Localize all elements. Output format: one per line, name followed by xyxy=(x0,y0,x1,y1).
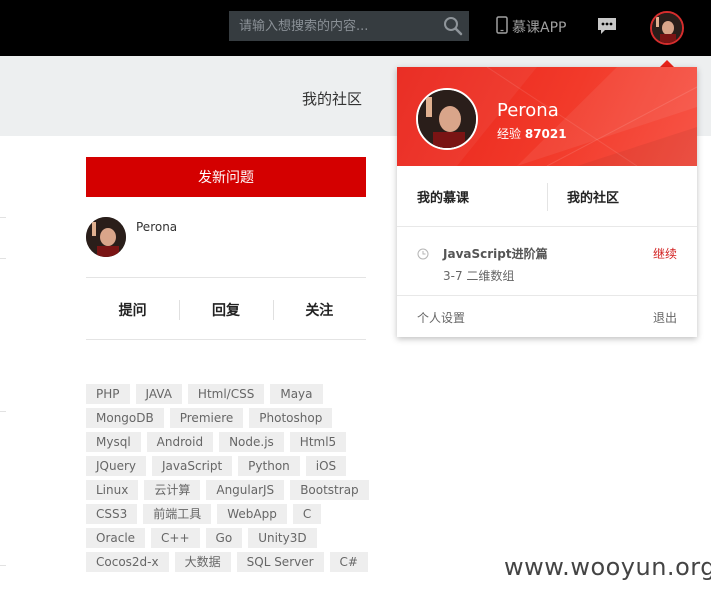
dropdown-avatar[interactable] xyxy=(416,88,478,150)
exp-label: 经验 xyxy=(497,127,522,141)
clock-icon xyxy=(417,245,429,260)
user-dropdown: Perona 经验 87021 我的慕课 我的社区 JavaScript进阶篇 … xyxy=(397,67,697,337)
top-navbar: 慕课APP xyxy=(0,0,711,56)
search-input[interactable] xyxy=(229,11,435,41)
course-title[interactable]: JavaScript进阶篇 xyxy=(443,245,548,262)
tag-photoshop[interactable]: Photoshop xyxy=(249,408,333,428)
dropdown-user-name: Perona xyxy=(497,100,559,121)
tag-python[interactable]: Python xyxy=(238,456,300,476)
tag-cloud: PHP JAVA Html/CSS Maya MongoDB Premiere … xyxy=(86,384,376,576)
tag-jquery[interactable]: JQuery xyxy=(86,456,147,476)
follows-tab[interactable]: 关注 xyxy=(272,296,366,324)
tag-html-css[interactable]: Html/CSS xyxy=(187,384,265,404)
app-link-label: 慕课APP xyxy=(512,20,567,36)
dropdown-links: 我的慕课 我的社区 xyxy=(397,166,697,227)
left-panel-edge xyxy=(0,411,6,412)
tag-maya[interactable]: Maya xyxy=(270,384,323,404)
tag-linux[interactable]: Linux xyxy=(86,480,139,500)
course-chapter: 3-7 二维数组 xyxy=(443,269,515,283)
search-box xyxy=(229,11,469,41)
left-panel-edge xyxy=(0,217,6,218)
left-panel-edge xyxy=(0,565,6,566)
tag-ios[interactable]: iOS xyxy=(305,456,347,476)
my-community-link[interactable]: 我的社区 xyxy=(547,166,697,226)
tag-android[interactable]: Android xyxy=(146,432,214,452)
tag-frontend-tools[interactable]: 前端工具 xyxy=(143,504,212,524)
tag-webapp[interactable]: WebApp xyxy=(217,504,287,524)
logout-link[interactable]: 退出 xyxy=(653,309,677,326)
tag-csharp[interactable]: C# xyxy=(329,552,368,572)
page-title: 我的社区 xyxy=(302,90,363,108)
tag-php[interactable]: PHP xyxy=(86,384,130,404)
tag-big-data[interactable]: 大数据 xyxy=(174,552,231,572)
app-download-link[interactable]: 慕课APP xyxy=(496,16,567,38)
tag-nodejs[interactable]: Node.js xyxy=(219,432,284,452)
my-courses-link[interactable]: 我的慕课 xyxy=(397,166,547,226)
left-panel-edge xyxy=(0,258,6,259)
replies-tab[interactable]: 回复 xyxy=(179,296,272,324)
tag-java[interactable]: JAVA xyxy=(135,384,182,404)
tag-cloud-computing[interactable]: 云计算 xyxy=(144,480,201,500)
user-stats: 提问 回复 关注 xyxy=(86,296,366,324)
tag-bootstrap[interactable]: Bootstrap xyxy=(290,480,369,500)
phone-icon xyxy=(496,16,508,38)
recent-course: JavaScript进阶篇 3-7 二维数组 继续 xyxy=(397,228,697,296)
user-avatar-button[interactable] xyxy=(650,11,684,45)
tag-mongodb[interactable]: MongoDB xyxy=(86,408,164,428)
experience-points: 经验 87021 xyxy=(497,125,567,142)
tag-cocos2d-x[interactable]: Cocos2d-x xyxy=(86,552,169,572)
tag-go[interactable]: Go xyxy=(205,528,243,548)
divider xyxy=(86,277,366,278)
tag-css3[interactable]: CSS3 xyxy=(86,504,138,524)
tag-cpp[interactable]: C++ xyxy=(151,528,200,548)
new-question-button[interactable]: 发新问题 xyxy=(86,157,366,197)
tag-html5[interactable]: Html5 xyxy=(289,432,347,452)
tag-premiere[interactable]: Premiere xyxy=(169,408,244,428)
tag-c[interactable]: C xyxy=(292,504,322,524)
dropdown-caret xyxy=(660,60,674,67)
tag-sql-server[interactable]: SQL Server xyxy=(236,552,324,572)
message-icon[interactable] xyxy=(596,16,618,36)
tag-unity3d[interactable]: Unity3D xyxy=(248,528,317,548)
dropdown-footer: 个人设置 退出 xyxy=(397,296,697,337)
user-name[interactable]: Perona xyxy=(136,220,177,234)
search-icon[interactable] xyxy=(443,16,463,36)
questions-tab[interactable]: 提问 xyxy=(86,296,179,324)
divider xyxy=(86,339,366,340)
avatar[interactable] xyxy=(86,217,126,257)
exp-value: 87021 xyxy=(524,127,567,141)
settings-link[interactable]: 个人设置 xyxy=(417,309,465,326)
tag-javascript[interactable]: JavaScript xyxy=(152,456,233,476)
watermark: www.wooyun.org xyxy=(504,553,711,581)
tag-mysql[interactable]: Mysql xyxy=(86,432,141,452)
continue-link[interactable]: 继续 xyxy=(653,245,677,262)
tag-angularjs[interactable]: AngularJS xyxy=(206,480,285,500)
tag-oracle[interactable]: Oracle xyxy=(86,528,146,548)
dropdown-header: Perona 经验 87021 xyxy=(397,67,697,166)
